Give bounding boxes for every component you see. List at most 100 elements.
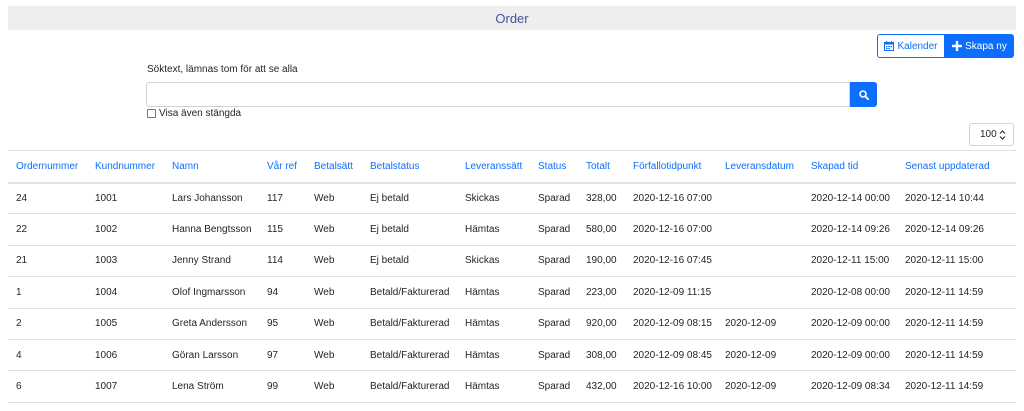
plus-icon bbox=[952, 41, 963, 51]
calendar-button-label: Kalender bbox=[897, 40, 938, 52]
table-header-row: Ordernummer Kundnummer Namn Vår ref Beta… bbox=[8, 150, 1016, 184]
table-cell: Lena Ström bbox=[164, 370, 259, 403]
table-cell: 2020-12-09 11:15 bbox=[625, 276, 717, 309]
table-cell: Hämtas bbox=[457, 339, 530, 372]
page-size-select[interactable]: 100 bbox=[969, 123, 1014, 146]
table-cell: 2020-12-11 14:59 bbox=[897, 308, 1016, 340]
search-label: Söktext, lämnas tom för att se alla bbox=[147, 64, 298, 75]
table-cell: 95 bbox=[259, 308, 306, 340]
table-cell: 2020-12-09 bbox=[717, 370, 803, 403]
table-cell: 2020-12-14 09:26 bbox=[803, 213, 897, 246]
table-cell: Ej betald bbox=[362, 213, 457, 246]
table-cell: Skickas bbox=[457, 245, 530, 278]
table-cell bbox=[717, 213, 803, 246]
col-namn[interactable]: Namn bbox=[164, 150, 259, 184]
table-cell: 2020-12-11 15:00 bbox=[897, 245, 1016, 278]
table-row[interactable]: 4 1006 Göran Larsson 97 Web Betald/Fakturerad… bbox=[8, 339, 1016, 372]
table-cell: 1003 bbox=[87, 245, 164, 278]
table-cell: 2020-12-16 07:45 bbox=[625, 245, 717, 278]
table-cell: 328,00 bbox=[578, 182, 625, 215]
table-cell: Hämtas bbox=[457, 213, 530, 246]
table-cell: 920,00 bbox=[578, 308, 625, 340]
table-cell: Web bbox=[306, 182, 362, 215]
table-cell: 2020-12-08 00:00 bbox=[803, 276, 897, 309]
table-cell: 1006 bbox=[87, 339, 164, 372]
table-cell: 6 bbox=[8, 370, 87, 403]
table-cell: Hämtas bbox=[457, 308, 530, 340]
page-size-value: 100 bbox=[980, 129, 997, 140]
search-icon bbox=[858, 89, 869, 100]
table-cell: 2020-12-09 08:15 bbox=[625, 308, 717, 340]
show-closed-checkbox[interactable] bbox=[147, 109, 156, 118]
table-cell bbox=[717, 276, 803, 309]
calendar-button[interactable]: Kalender bbox=[877, 34, 945, 58]
table-cell: 2020-12-09 00:00 bbox=[803, 339, 897, 372]
table-cell: 2020-12-16 10:00 bbox=[625, 370, 717, 403]
table-cell: 2020-12-09 00:00 bbox=[803, 308, 897, 340]
calendar-icon bbox=[884, 41, 895, 51]
table-cell: Web bbox=[306, 213, 362, 246]
col-leveranssatt[interactable]: Leveranssätt bbox=[457, 150, 530, 184]
table-cell: 115 bbox=[259, 213, 306, 246]
search-button[interactable] bbox=[850, 82, 877, 107]
col-senast-uppdaterad[interactable]: Senast uppdaterad bbox=[897, 150, 1016, 184]
table-cell: 1007 bbox=[87, 370, 164, 403]
page-title: Order bbox=[8, 6, 1016, 30]
col-betalstatus[interactable]: Betalstatus bbox=[362, 150, 457, 184]
col-status[interactable]: Status bbox=[530, 150, 578, 184]
table-row[interactable]: 21 1003 Jenny Strand 114 Web Ej betald Skickas… bbox=[8, 245, 1016, 278]
col-leveransdatum[interactable]: Leveransdatum bbox=[717, 150, 803, 184]
col-forfallotidpunkt[interactable]: Förfallotidpunkt bbox=[625, 150, 717, 184]
table-cell: 99 bbox=[259, 370, 306, 403]
table-cell: 2020-12-14 10:44 bbox=[897, 182, 1016, 215]
table-cell: 2020-12-16 07:00 bbox=[625, 182, 717, 215]
table-cell: Sparad bbox=[530, 339, 578, 372]
table-row[interactable]: 2 1005 Greta Andersson 95 Web Betald/Fakturer… bbox=[8, 308, 1016, 340]
table-cell: Lars Johansson bbox=[164, 182, 259, 215]
table-row[interactable]: 24 1001 Lars Johansson 117 Web Ej betald Skick… bbox=[8, 182, 1016, 215]
table-cell: 1002 bbox=[87, 213, 164, 246]
table-cell: Skickas bbox=[457, 182, 530, 215]
table-cell: 2020-12-09 08:34 bbox=[803, 370, 897, 403]
show-closed-option[interactable]: Visa även stängda bbox=[147, 108, 241, 119]
table-cell: Sparad bbox=[530, 276, 578, 309]
table-cell: 97 bbox=[259, 339, 306, 372]
col-skapad-tid[interactable]: Skapad tid bbox=[803, 150, 897, 184]
table-cell: 1 bbox=[8, 276, 87, 309]
table-cell: Web bbox=[306, 276, 362, 309]
table-cell: Web bbox=[306, 339, 362, 372]
table-cell: Sparad bbox=[530, 308, 578, 340]
table-cell: 4 bbox=[8, 339, 87, 372]
table-row[interactable]: 6 1007 Lena Ström 99 Web Betald/Fakturerad Häm… bbox=[8, 370, 1016, 403]
table-cell bbox=[717, 182, 803, 215]
table-cell: Betald/Fakturerad bbox=[362, 276, 457, 309]
table-cell: 24 bbox=[8, 182, 87, 215]
table-cell: Sparad bbox=[530, 213, 578, 246]
table-cell: Betald/Fakturerad bbox=[362, 339, 457, 372]
table-cell: 2020-12-11 14:59 bbox=[897, 339, 1016, 372]
chevron-down-icon bbox=[999, 130, 1006, 140]
table-cell: 114 bbox=[259, 245, 306, 278]
table-cell: 1004 bbox=[87, 276, 164, 309]
orders-table: Ordernummer Kundnummer Namn Vår ref Beta… bbox=[8, 150, 1016, 403]
search-input[interactable] bbox=[146, 82, 850, 107]
table-cell: Sparad bbox=[530, 245, 578, 278]
table-cell: Jenny Strand bbox=[164, 245, 259, 278]
table-row[interactable]: 1 1004 Olof Ingmarsson 94 Web Betald/Fakturer… bbox=[8, 276, 1016, 309]
table-cell: 580,00 bbox=[578, 213, 625, 246]
table-cell: 1005 bbox=[87, 308, 164, 340]
col-kundnummer[interactable]: Kundnummer bbox=[87, 150, 164, 184]
table-cell bbox=[717, 245, 803, 278]
col-ordernummer[interactable]: Ordernummer bbox=[8, 150, 87, 184]
table-cell: 2020-12-11 15:00 bbox=[803, 245, 897, 278]
col-var-ref[interactable]: Vår ref bbox=[259, 150, 306, 184]
create-new-button[interactable]: Skapa ny bbox=[945, 34, 1014, 58]
table-cell: 2020-12-09 bbox=[717, 308, 803, 340]
show-closed-label: Visa även stängda bbox=[159, 108, 242, 119]
col-totalt[interactable]: Totalt bbox=[578, 150, 625, 184]
table-cell: 1001 bbox=[87, 182, 164, 215]
table-cell: Göran Larsson bbox=[164, 339, 259, 372]
col-betalsatt[interactable]: Betalsätt bbox=[306, 150, 362, 184]
table-cell: 21 bbox=[8, 245, 87, 278]
table-row[interactable]: 22 1002 Hanna Bengtsson 115 Web Ej betald Hämt… bbox=[8, 213, 1016, 246]
